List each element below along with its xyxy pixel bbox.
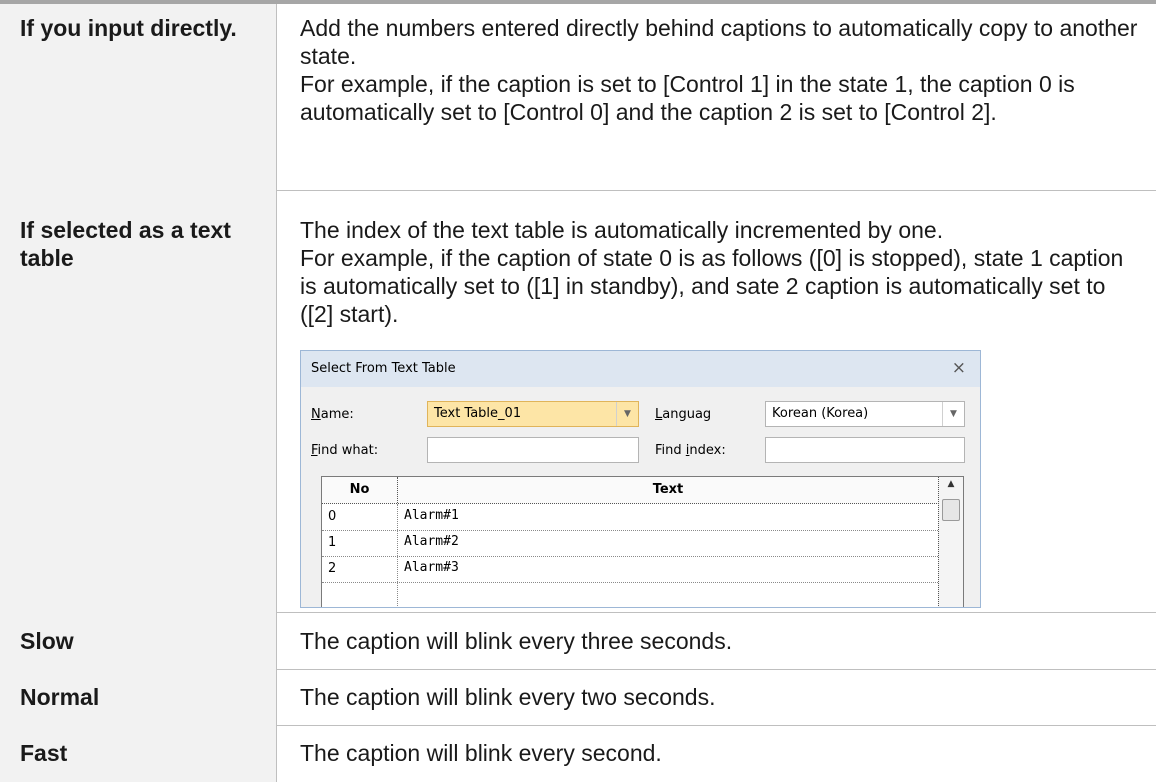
name-combobox[interactable]: Text Table_01 ▼ [427,401,639,427]
row-key-cell: If selected as a text table [0,190,276,612]
row-no: 0 [328,509,337,524]
row-no: 2 [328,561,337,576]
row-no: 1 [328,535,337,550]
table-row[interactable] [322,582,938,607]
row-paragraph: The caption will blink every second. [300,740,662,766]
table-row: Fast The caption will blink every second… [0,725,1156,782]
row-key: If you input directly. [20,15,237,41]
name-value: Text Table_01 [434,406,522,421]
row-paragraph: For example, if the caption of state 0 i… [300,245,1124,327]
select-text-table-dialog: Select From Text Table × Name: Text Tabl… [300,350,981,608]
row-key: Normal [20,684,100,710]
close-icon[interactable]: × [952,358,966,378]
row-key-cell: Slow [0,612,276,669]
row-key-cell: Fast [0,725,276,782]
row-key-cell: If you input directly. [0,4,276,190]
scroll-up-icon[interactable]: ▲ [939,479,963,489]
table-row[interactable]: 2 Alarm#3 [322,556,938,583]
row-key: Slow [20,628,74,654]
scroll-thumb[interactable] [942,499,960,521]
row-paragraph: The caption will blink every three secon… [300,628,733,654]
row-paragraph: The caption will blink every two seconds… [300,684,716,710]
dialog-title: Select From Text Table [311,361,456,376]
dialog-title-bar: Select From Text Table × [301,351,980,387]
row-text: Alarm#1 [404,508,459,523]
chevron-down-icon[interactable]: ▼ [616,402,638,426]
language-value: Korean (Korea) [772,406,869,421]
row-value-cell: The caption will blink every second. [276,725,1156,782]
column-header-text[interactable]: Text [398,477,938,503]
row-text: Alarm#3 [404,560,459,575]
language-label: Languag [655,407,712,422]
grid-header: No Text [322,477,963,504]
text-table-grid: No Text 0 Alarm#1 1 Alarm#2 2 Alarm#3 ▲ [321,476,964,607]
table-row: Normal The caption will blink every two … [0,669,1156,726]
row-key: Fast [20,740,68,766]
row-key: If selected as a text table [20,217,231,271]
name-label: Name: [311,407,354,422]
language-combobox[interactable]: Korean (Korea) ▼ [765,401,965,427]
table-row: Slow The caption will blink every three … [0,612,1156,670]
row-value-cell: The caption will blink every two seconds… [276,669,1156,725]
row-text: Alarm#2 [404,534,459,549]
find-what-input[interactable] [427,437,639,463]
row-paragraph: For example, if the caption is set to [C… [300,71,1075,125]
chevron-down-icon[interactable]: ▼ [942,402,964,426]
row-key-cell: Normal [0,669,276,725]
find-index-input[interactable] [765,437,965,463]
find-what-label: Find what: [311,443,379,458]
row-paragraph: Add the numbers entered directly behind … [300,15,1138,69]
table-row[interactable]: 1 Alarm#2 [322,530,938,557]
row-paragraph: The index of the text table is automatic… [300,217,944,243]
vertical-scrollbar[interactable]: ▲ [938,477,963,607]
column-header-no[interactable]: No [322,477,398,503]
row-value-cell: Add the numbers entered directly behind … [276,4,1156,190]
find-index-label: Find index: [655,443,726,458]
table-row[interactable]: 0 Alarm#1 [322,504,938,531]
table-row: If you input directly. Add the numbers e… [0,4,1156,191]
row-value-cell: The caption will blink every three secon… [276,612,1156,669]
